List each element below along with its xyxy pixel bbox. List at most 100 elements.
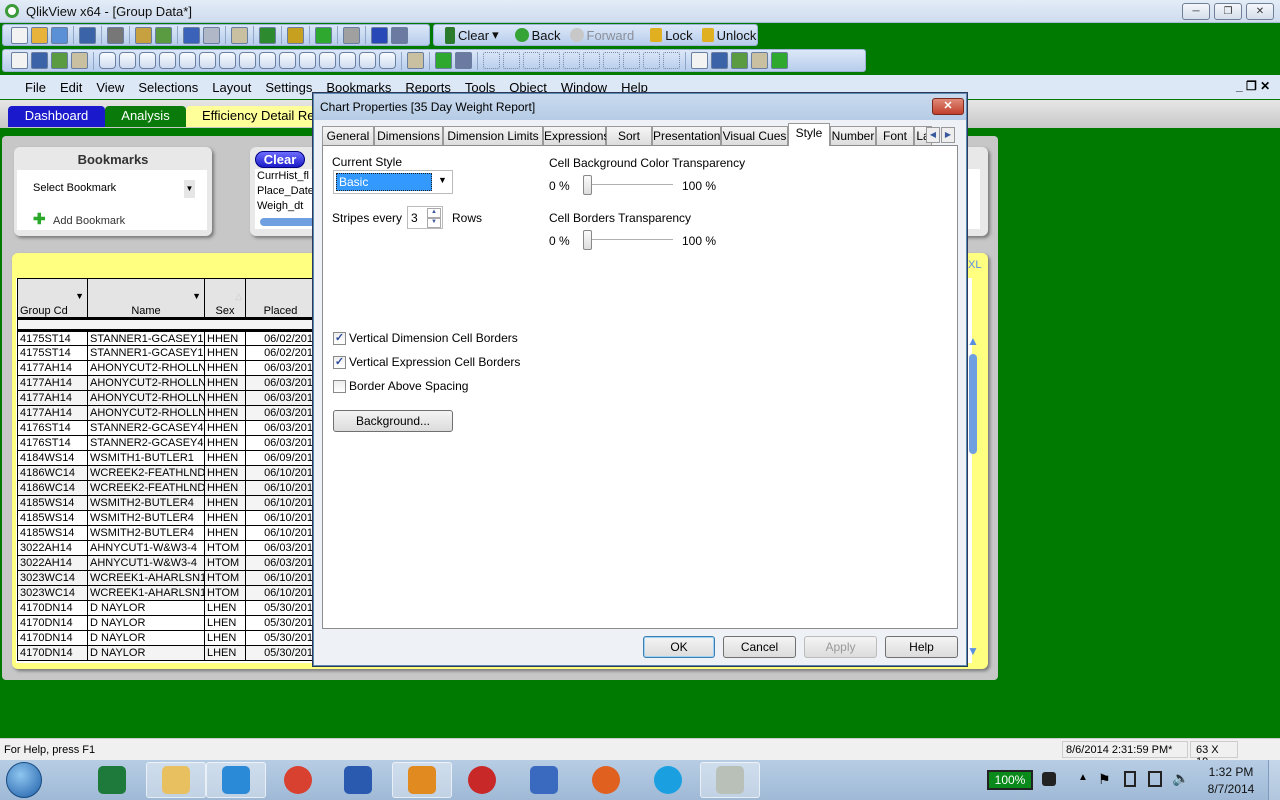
taskbar-outlook[interactable] — [392, 762, 452, 798]
space-vert-icon[interactable] — [603, 52, 620, 69]
sort-asc-icon[interactable]: △ — [235, 291, 242, 302]
table-row[interactable]: 4177AH14 AHONYCUT2-RHOLLND HHEN 06/03/201 — [17, 390, 316, 406]
annotate-icon[interactable] — [731, 52, 748, 69]
clear-button[interactable]: Clear ▾ — [442, 26, 502, 44]
line-arrow-icon[interactable] — [279, 52, 296, 69]
tab-expressions[interactable]: Expressions — [543, 126, 609, 146]
tab-presentation[interactable]: Presentation — [652, 126, 721, 146]
show-hidden-icons-button[interactable]: ▲ — [1078, 772, 1088, 783]
current-selections-icon[interactable] — [219, 52, 236, 69]
tab-scroll-left[interactable]: ◀ — [926, 127, 940, 143]
start-button[interactable] — [6, 762, 42, 798]
table-row[interactable]: 3022AH14 AHNYCUT1-W&W3-4 HTOM 06/03/201 — [17, 555, 316, 571]
table-row[interactable]: 3023WC14 WCREEK1-AHARLSN1 HTOM 06/10/201 — [17, 570, 316, 586]
tab-sort[interactable]: Sort — [606, 126, 652, 146]
taskbar-chrome[interactable] — [268, 762, 328, 798]
table-row[interactable]: 4175ST14 STANNER1-GCASEY1 HHEN 06/02/201 — [17, 330, 316, 346]
input-box-icon[interactable] — [199, 52, 216, 69]
align-right-icon[interactable] — [523, 52, 540, 69]
taskbar-remote-desktop[interactable] — [514, 762, 574, 798]
device-icon[interactable] — [1124, 771, 1136, 787]
favorite-icon[interactable] — [315, 26, 332, 44]
taskbar-qlikview[interactable] — [700, 762, 760, 798]
redo-icon[interactable] — [203, 26, 220, 44]
select-bookmark-dropdown[interactable]: Select Bookmark — [33, 182, 116, 194]
table-row[interactable]: 4170DN14 D NAYLOR LHEN 05/30/201 — [17, 645, 316, 661]
table-row[interactable]: 4177AH14 AHONYCUT2-RHOLLND HHEN 06/03/201 — [17, 360, 316, 376]
format-painter-icon[interactable] — [435, 52, 452, 69]
send-to-excel-button[interactable]: XL — [968, 259, 981, 271]
container-icon[interactable] — [359, 52, 376, 69]
server-objects-icon[interactable] — [711, 52, 728, 69]
lock-button[interactable]: Lock — [647, 28, 695, 43]
tab-font[interactable]: Font — [876, 126, 914, 146]
slider-icon[interactable] — [299, 52, 316, 69]
add-bookmark-button[interactable]: Add Bookmark — [53, 215, 125, 227]
table-row[interactable]: 4170DN14 D NAYLOR LHEN 05/30/201 — [17, 615, 316, 631]
table-row[interactable]: 4186WC14 WCREEK2-FEATHLND HHEN 06/10/201 — [17, 480, 316, 496]
tab-efficiency-detail[interactable]: Efficiency Detail Rep — [186, 106, 326, 127]
tab-dimensions[interactable]: Dimensions — [374, 126, 443, 146]
new-sheet-icon[interactable] — [11, 52, 28, 69]
listbox-icon[interactable] — [99, 52, 116, 69]
align-left-icon[interactable] — [483, 52, 500, 69]
taskbar-firefox[interactable] — [576, 762, 636, 798]
column-header-sex[interactable]: Sex △ — [204, 278, 246, 319]
chevron-down-icon[interactable]: ▼ — [184, 180, 195, 198]
edit-icon[interactable] — [343, 26, 360, 44]
adjust-left-icon[interactable] — [643, 52, 660, 69]
cancel-button[interactable]: Cancel — [723, 636, 796, 658]
column-header-placed[interactable]: Placed — [245, 278, 316, 319]
table-row[interactable]: 3023WC14 WCREEK1-AHARLSN1 HTOM 06/10/201 — [17, 585, 316, 601]
document-icon[interactable] — [771, 52, 788, 69]
clear-selections-button[interactable]: Clear — [255, 151, 305, 168]
increment-icon[interactable]: ▲ — [427, 208, 441, 218]
table-row[interactable]: 4185WS14 WSMITH2-BUTLER4 HHEN 06/10/201 — [17, 525, 316, 541]
align-top-icon[interactable] — [583, 52, 600, 69]
bookmark-object-icon[interactable] — [319, 52, 336, 69]
column-header-group-cd[interactable]: Group Cd ▼ — [17, 278, 88, 319]
taskbar-skype[interactable] — [638, 762, 698, 798]
stripes-value[interactable]: 3 — [411, 211, 418, 225]
menu-view[interactable]: View — [89, 80, 131, 95]
scroll-up-icon[interactable]: ▲ — [967, 334, 979, 348]
tab-dimension-limits[interactable]: Dimension Limits — [443, 126, 543, 146]
chart-icon[interactable] — [179, 52, 196, 69]
context-help-icon[interactable] — [391, 26, 408, 44]
tab-dashboard[interactable]: Dashboard — [8, 106, 105, 127]
table-row[interactable]: 4177AH14 AHONYCUT2-RHOLLND HHEN 06/03/201 — [17, 405, 316, 421]
taskbar-ie[interactable] — [206, 762, 266, 798]
table-row[interactable]: 4170DN14 D NAYLOR LHEN 05/30/201 — [17, 600, 316, 616]
background-button[interactable]: Background... — [333, 410, 453, 432]
show-desktop-button[interactable] — [1268, 760, 1280, 800]
dropdown-icon[interactable]: ▼ — [192, 291, 201, 301]
next-sheet-icon[interactable] — [51, 52, 68, 69]
bg-transparency-slider[interactable] — [587, 184, 673, 186]
checkbox-vertical-dimension-cell-borders[interactable]: ✓ — [333, 332, 346, 345]
vertical-scrollbar-thumb[interactable] — [969, 354, 977, 454]
checkbox-vertical-expression-cell-borders[interactable]: ✓ — [333, 356, 346, 369]
network-icon[interactable] — [1148, 771, 1162, 787]
back-button[interactable]: Back — [512, 28, 564, 43]
dialog-close-button[interactable]: ✕ — [932, 98, 964, 115]
close-button[interactable]: ✕ — [1246, 3, 1274, 20]
table-row[interactable]: 4176ST14 STANNER2-GCASEY4 HHEN 06/03/201 — [17, 435, 316, 451]
table-row[interactable]: 4185WS14 WSMITH2-BUTLER4 HHEN 06/10/201 — [17, 495, 316, 511]
space-horiz-icon[interactable] — [623, 52, 640, 69]
help-button[interactable]: Help — [885, 636, 958, 658]
center-vert-icon[interactable] — [563, 52, 580, 69]
mdi-controls[interactable]: _ ❐ ✕ — [1236, 79, 1270, 93]
save-icon[interactable] — [79, 26, 96, 44]
network-icon[interactable] — [751, 52, 768, 69]
open-icon[interactable] — [31, 26, 48, 44]
menu-selections[interactable]: Selections — [131, 80, 205, 95]
decrement-icon[interactable]: ▼ — [427, 218, 441, 228]
checkbox-label[interactable]: Vertical Dimension Cell Borders — [349, 331, 518, 345]
taskbar-explorer[interactable] — [146, 762, 206, 798]
menu-file[interactable]: File — [18, 80, 53, 95]
text-object-icon[interactable] — [259, 52, 276, 69]
tab-general[interactable]: General — [322, 126, 374, 146]
column-header-name[interactable]: Name ▼ — [87, 278, 205, 319]
restore-button[interactable]: ❐ — [1214, 3, 1242, 20]
clock[interactable]: 1:32 PM 8/7/2014 — [1196, 765, 1266, 796]
